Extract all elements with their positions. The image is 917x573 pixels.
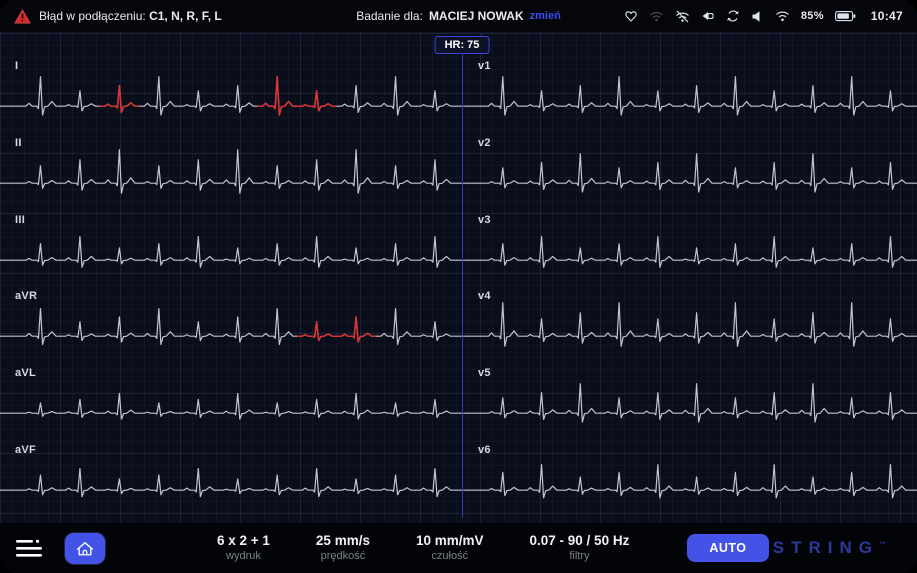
ecg-trace (463, 235, 917, 268)
ecg-trace (463, 76, 917, 116)
bottom-bar: 6 x 2 + 1 wydruk 25 mm/s prędkość 10 mm/… (0, 522, 917, 573)
ecg-trace (0, 468, 462, 498)
limb-leads-column: I II III aVR aVL aVF (0, 55, 462, 516)
menu-button[interactable] (16, 538, 43, 559)
exam-header: Badanie dla: MACIEJ NOWAK zmień (356, 9, 561, 23)
lead-strip-i: I (0, 55, 462, 132)
lead-strip-iii: III (0, 209, 462, 286)
lead-strip-avl: aVL (0, 362, 462, 439)
sensitivity-value: 10 mm/mV (415, 532, 484, 548)
ecg-trace (463, 464, 917, 499)
ecg-trace (0, 393, 462, 421)
lead-strip-avf: aVF (0, 439, 462, 516)
ecg-trace (0, 75, 462, 116)
clock: 10:47 (870, 9, 903, 23)
printout-label: wydruk (226, 549, 261, 562)
auto-button[interactable]: AUTO (687, 534, 769, 562)
volume-icon (752, 10, 760, 22)
lead-strip-ii: II (0, 132, 462, 209)
lead-strip-v1: v1 (463, 55, 917, 132)
battery-percent: 85% (800, 10, 824, 22)
error-text: Błąd w podłączeniu: C1, N, R, F, L (39, 9, 222, 23)
lead-strip-v5: v5 (463, 362, 917, 439)
ecg-alert-segment (296, 316, 376, 344)
lead-strip-avr: aVR (0, 285, 462, 362)
device-screen: Błąd w podłączeniu: C1, N, R, F, L Badan… (0, 0, 917, 573)
ecg-trace (0, 308, 462, 346)
lead-strip-v4: v4 (463, 285, 917, 362)
plug-icon (702, 12, 714, 20)
ecg-trace (0, 148, 462, 194)
sync-icon (727, 10, 739, 22)
ecg-area: HR: 75 I II III aVR aVL aVF v1 v2 v3 v4 v5 v6 (0, 33, 917, 522)
ecg-trace (463, 152, 917, 193)
change-patient-link[interactable]: zmień (530, 10, 561, 22)
sensitivity-label: czułość (431, 549, 469, 562)
menu-icon (16, 539, 42, 557)
lead-strip-v2: v2 (463, 132, 917, 209)
ecg-trace (463, 302, 917, 348)
lead-strip-v3: v3 (463, 209, 917, 286)
connection-error-banner: Błąd w podłączeniu: C1, N, R, F, L (14, 9, 222, 24)
wifi-icon (775, 11, 789, 22)
home-button[interactable] (65, 532, 105, 564)
ecg-trace (463, 383, 917, 423)
warning-icon (14, 9, 31, 23)
battery-icon (834, 11, 856, 22)
top-bar: Błąd w podłączeniu: C1, N, R, F, L Badan… (0, 0, 917, 33)
chest-leads-column: v1 v2 v3 v4 v5 v6 (463, 55, 917, 516)
speed-setting[interactable]: 25 mm/s prędkość (316, 533, 370, 564)
ecg-trace (0, 235, 462, 268)
speed-label: prędkość (320, 549, 366, 562)
sensitivity-setting[interactable]: 10 mm/mV czułość (416, 533, 484, 564)
brand-logo: STRING™ (772, 538, 887, 557)
heart-icon (625, 11, 637, 22)
trademark-mark: ™ (879, 541, 887, 549)
filters-label: filtry (569, 549, 590, 562)
hr-label: HR: 75 (444, 39, 480, 51)
print-settings: 6 x 2 + 1 wydruk 25 mm/s prędkość 10 mm/… (217, 533, 629, 564)
speed-value: 25 mm/s (315, 532, 370, 548)
lead-strip-v6: v6 (463, 439, 917, 516)
printout-setting[interactable]: 6 x 2 + 1 wydruk (217, 533, 270, 564)
filters-setting[interactable]: 0.07 - 90 / 50 Hz filtry (530, 533, 630, 564)
patient-name: MACIEJ NOWAK (428, 9, 524, 23)
signal-dim-icon (649, 12, 663, 22)
exam-prefix: Badanie dla: (356, 9, 423, 23)
status-icons: 85% 10:47 (624, 9, 903, 23)
hr-badge: HR: 75 (434, 36, 490, 54)
ecg-alert-segment (99, 75, 337, 116)
printout-value: 6 x 2 + 1 (217, 532, 270, 548)
home-icon (76, 541, 94, 555)
filters-value: 0.07 - 90 / 50 Hz (529, 532, 630, 548)
wifi-off-icon (675, 10, 689, 22)
